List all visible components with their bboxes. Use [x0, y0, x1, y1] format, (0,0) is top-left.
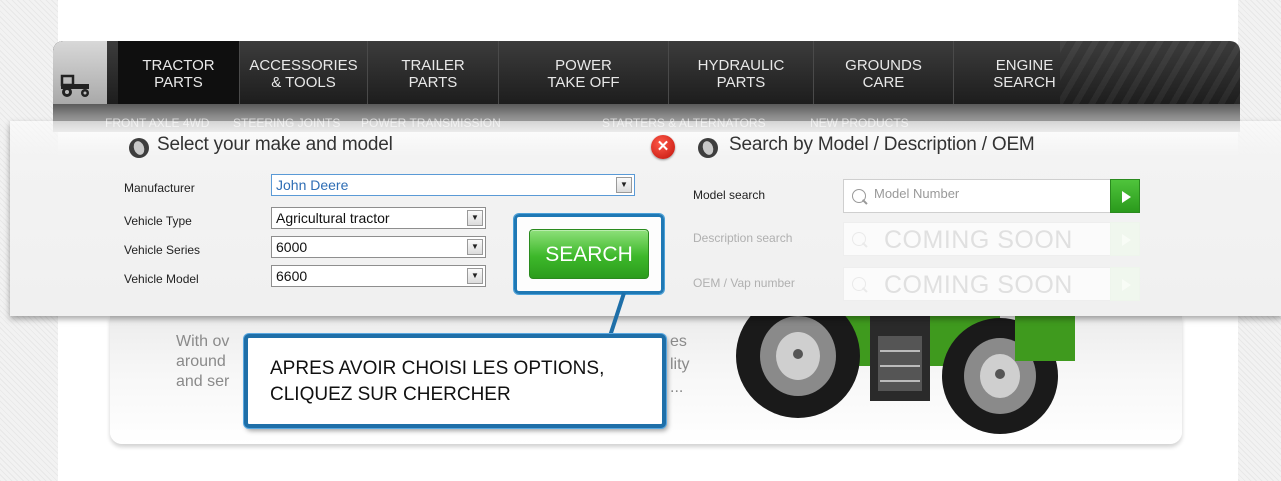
chevron-down-icon: ▼ [467, 210, 483, 226]
description-search-go-button [1110, 222, 1140, 256]
vehicle-model-label: Vehicle Model [124, 272, 199, 286]
nav-label-line2: SEARCH [993, 73, 1056, 91]
nav-grounds-care[interactable]: GROUNDS CARE [814, 41, 954, 104]
nav-engine-search[interactable]: ENGINE SEARCH [954, 41, 1095, 104]
search-button[interactable]: SEARCH [529, 229, 649, 279]
nav-label-line1: POWER [555, 56, 612, 74]
close-icon[interactable]: ✕ [651, 135, 675, 159]
banner-text-line2-end: lity [670, 356, 690, 373]
banner-text-line1: With ov [176, 333, 230, 350]
chevron-down-icon: ▼ [616, 177, 632, 193]
nav-power-take-off[interactable]: POWER TAKE OFF [499, 41, 669, 104]
banner-text-line3-end: ... [670, 379, 684, 396]
nav-label-line2: CARE [862, 73, 905, 91]
oem-search-input: COMING SOON [843, 267, 1140, 301]
nav-label-line1: TRACTOR [142, 56, 215, 74]
search-icon [852, 232, 866, 246]
vehicle-type-value: Agricultural tractor [276, 210, 390, 226]
nav-hydraulic-parts[interactable]: HYDRAULIC PARTS [669, 41, 814, 104]
nav-label-line1: TRAILER [401, 56, 465, 74]
tractor-image [736, 316, 1075, 434]
oem-search-go-button [1110, 267, 1140, 301]
callout-line2: CLIQUEZ SUR CHERCHER [270, 384, 511, 405]
search-icon [852, 189, 866, 203]
vehicle-series-label: Vehicle Series [124, 243, 201, 257]
nav-trailer-parts[interactable]: TRAILER PARTS [368, 41, 499, 104]
nav-label-line2: & TOOLS [271, 73, 336, 91]
vehicle-type-label: Vehicle Type [124, 214, 192, 228]
banner-text-line1-end: es [670, 333, 687, 350]
nav-label-line2: PARTS [716, 73, 766, 91]
nav-tractor-parts[interactable]: TRACTOR PARTS [118, 41, 240, 104]
nav-accessories-tools[interactable]: ACCESSORIES & TOOLS [240, 41, 368, 104]
vehicle-series-select[interactable]: 6000 ▼ [271, 236, 486, 258]
nav-label-line1: ENGINE [995, 56, 1054, 74]
manufacturer-label: Manufacturer [124, 181, 195, 195]
instruction-callout: APRES AVOIR CHOISI LES OPTIONS, CLIQUEZ … [244, 334, 666, 428]
globe-icon [129, 138, 149, 158]
banner-text-line2: around [176, 353, 226, 370]
main-nav: TRACTOR PARTS ACCESSORIES & TOOLS TRAILER P… [53, 41, 1240, 104]
nav-label-line2: TAKE OFF [547, 73, 620, 91]
right-panel-title: Search by Model / Description / OEM [729, 134, 1035, 155]
model-search-input[interactable]: Model Number [843, 179, 1140, 213]
manufacturer-value: John Deere [276, 177, 349, 193]
nav-label-line1: GROUNDS [845, 56, 922, 74]
search-icon [852, 277, 866, 291]
callout-line1: APRES AVOIR CHOISI LES OPTIONS, [270, 358, 605, 379]
vehicle-series-value: 6000 [276, 239, 308, 255]
description-search-label: Description search [693, 231, 793, 245]
vehicle-model-value: 6600 [276, 268, 308, 284]
nav-label-line2: PARTS [408, 73, 458, 91]
nav-label-line1: HYDRAULIC [697, 56, 785, 74]
model-search-label: Model search [693, 188, 766, 202]
left-panel-title: Select your make and model [157, 134, 393, 155]
vehicle-model-select[interactable]: 6600 ▼ [271, 265, 486, 287]
vehicle-type-select[interactable]: Agricultural tractor ▼ [271, 207, 486, 229]
oem-coming-soon: COMING SOON [884, 271, 1073, 299]
tractor-icon [60, 74, 89, 97]
model-search-placeholder: Model Number [874, 186, 960, 201]
nav-label-line2: PARTS [154, 73, 203, 91]
chevron-down-icon: ▼ [467, 239, 483, 255]
oem-search-label: OEM / Vap number [693, 276, 795, 290]
banner-text-line3: and ser [176, 373, 230, 390]
description-search-input: COMING SOON [843, 222, 1140, 256]
chevron-down-icon: ▼ [467, 268, 483, 284]
manufacturer-select[interactable]: John Deere ▼ [271, 174, 635, 196]
model-search-go-button[interactable] [1110, 179, 1140, 213]
nav-label-line1: ACCESSORIES [249, 56, 358, 74]
home-tab[interactable] [53, 41, 107, 104]
globe-icon [698, 138, 718, 158]
description-coming-soon: COMING SOON [884, 226, 1073, 254]
